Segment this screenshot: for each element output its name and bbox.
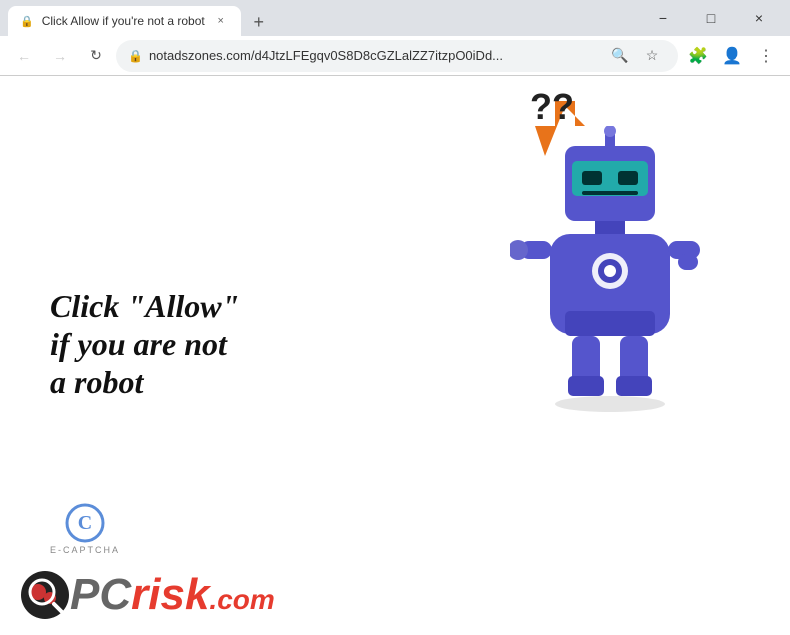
back-arrow-icon: ← [17,48,31,64]
svg-text:C: C [78,512,92,534]
text-section: Click "Allow" if you are not a robot [50,286,239,401]
robot-section: ?? [510,96,730,555]
tab-close-button[interactable]: × [213,13,229,29]
captcha-logo-icon: C [65,503,105,543]
robot-wrapper: ?? [510,96,730,416]
pcrisk-risk: risk [131,570,209,619]
extensions-button[interactable]: 🧩 [682,40,714,72]
address-bar: ← → ↻ 🔒 notadszones.com/d4JtzLFEgqv0S8D8… [0,36,790,76]
main-heading: Click "Allow" if you are not a robot [50,286,239,401]
pcrisk-icon [20,570,70,620]
pcrisk-pc: PC [70,570,131,619]
lock-icon: 🔒 [128,49,143,63]
maximize-button[interactable]: □ [688,3,734,33]
pcrisk-text: PCrisk.com [70,570,275,620]
heading-line3: a robot [50,363,239,401]
pcrisk-section: PCrisk.com [0,555,790,635]
reload-icon: ↻ [90,47,102,64]
heading-line2: if you are not [50,325,239,363]
forward-button[interactable]: → [44,40,76,72]
new-tab-button[interactable]: + [245,8,273,36]
url-bar[interactable]: 🔒 notadszones.com/d4JtzLFEgqv0S8D8cGZLal… [116,40,678,72]
toolbar-right: 🧩 👤 ⋮ [682,40,782,72]
window-controls: − □ × [640,3,782,33]
url-text: notadszones.com/d4JtzLFEgqv0S8D8cGZLalZZ… [149,48,600,63]
titlebar: 🔒 Click Allow if you're not a robot × + … [0,0,790,36]
back-button[interactable]: ← [8,40,40,72]
menu-button[interactable]: ⋮ [750,40,782,72]
minimize-button[interactable]: − [640,3,686,33]
captcha-label: E-CAPTCHA [50,545,120,555]
close-button[interactable]: × [736,3,782,33]
question-marks: ?? [530,86,574,128]
robot-image [510,126,710,416]
browser-window: 🔒 Click Allow if you're not a robot × + … [0,0,790,635]
profile-button[interactable]: 👤 [716,40,748,72]
search-icon[interactable]: 🔍 [606,42,634,70]
captcha-section: C E-CAPTCHA [50,503,120,555]
main-content: Click "Allow" if you are not a robot ?? [0,76,790,635]
heading-line1: Click "Allow" [50,286,239,324]
pcrisk-com: .com [209,584,274,615]
url-actions: 🔍 ☆ [606,42,666,70]
bookmark-icon[interactable]: ☆ [638,42,666,70]
tab-title: Click Allow if you're not a robot [42,14,205,28]
forward-arrow-icon: → [53,48,67,64]
reload-button[interactable]: ↻ [80,40,112,72]
tab-bar: 🔒 Click Allow if you're not a robot × + [8,0,632,36]
active-tab[interactable]: 🔒 Click Allow if you're not a robot × [8,6,241,36]
tab-favicon: 🔒 [20,15,34,28]
page-content: Click "Allow" if you are not a robot ?? [0,76,790,635]
